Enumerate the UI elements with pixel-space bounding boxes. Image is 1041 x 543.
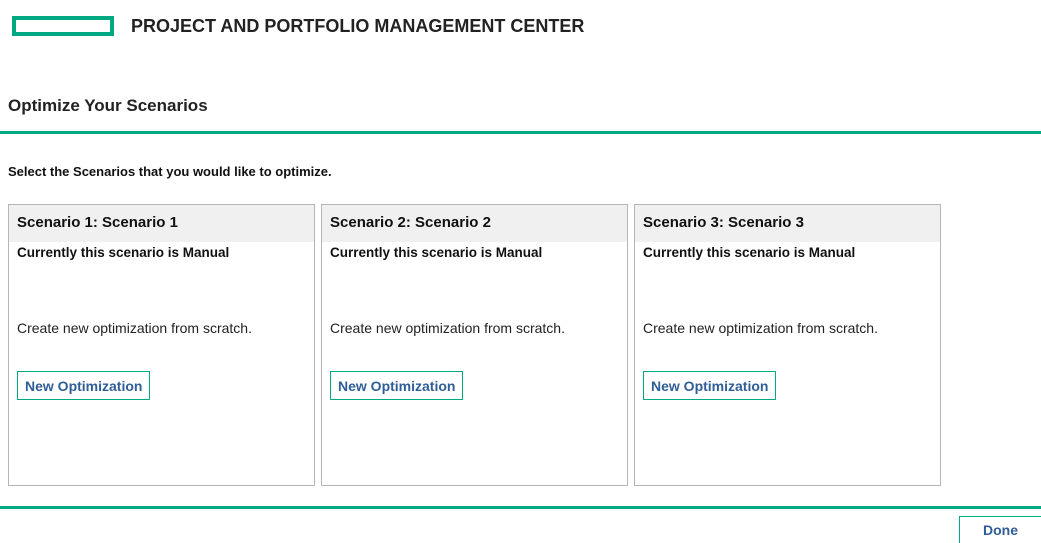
scenario-cards: Scenario 1: Scenario 1 Currently this sc… <box>8 204 941 486</box>
scenario-card-2: Scenario 2: Scenario 2 Currently this sc… <box>321 204 628 486</box>
scenario-card-3: Scenario 3: Scenario 3 Currently this sc… <box>634 204 941 486</box>
scenario-card-title: Scenario 2: Scenario 2 <box>322 205 627 242</box>
hpe-logo-icon <box>12 16 114 36</box>
scenario-card-description: Create new optimization from scratch. <box>17 320 252 336</box>
scenario-card-description: Create new optimization from scratch. <box>643 320 878 336</box>
scenario-card-status: Currently this scenario is Manual <box>643 245 856 260</box>
scenario-card-status: Currently this scenario is Manual <box>17 245 230 260</box>
app-header: PROJECT AND PORTFOLIO MANAGEMENT CENTER <box>12 10 584 42</box>
new-optimization-button-3[interactable]: New Optimization <box>643 371 777 400</box>
new-optimization-button-1[interactable]: New Optimization <box>17 371 151 400</box>
new-optimization-button-2[interactable]: New Optimization <box>330 371 464 400</box>
scenario-card-description: Create new optimization from scratch. <box>330 320 565 336</box>
page-title: Optimize Your Scenarios <box>8 96 208 115</box>
scenario-card-title: Scenario 1: Scenario 1 <box>9 205 314 242</box>
header-divider <box>0 131 1041 134</box>
app-title: PROJECT AND PORTFOLIO MANAGEMENT CENTER <box>131 15 585 36</box>
scenario-card-title: Scenario 3: Scenario 3 <box>635 205 940 242</box>
done-button[interactable]: Done <box>959 516 1041 543</box>
instructions-text: Select the Scenarios that you would like… <box>8 164 332 179</box>
footer-divider <box>0 506 1041 509</box>
scenario-card-status: Currently this scenario is Manual <box>330 245 543 260</box>
scenario-card-1: Scenario 1: Scenario 1 Currently this sc… <box>8 204 315 486</box>
